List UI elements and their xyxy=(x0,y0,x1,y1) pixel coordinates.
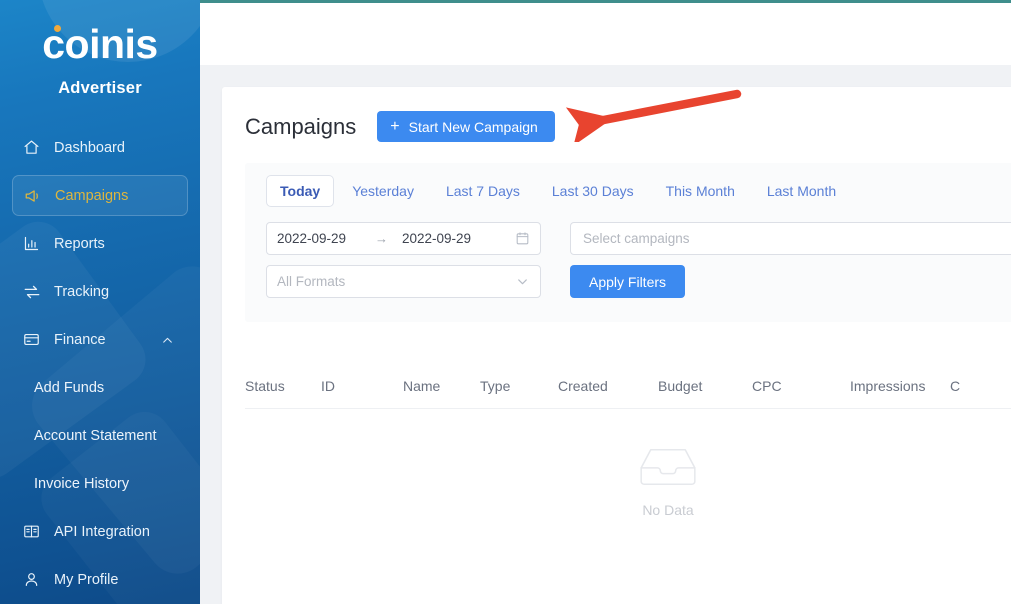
book-icon xyxy=(22,522,41,541)
sidebar-item-dashboard[interactable]: Dashboard xyxy=(12,127,188,168)
logo: coinis xyxy=(42,24,158,65)
sidebar-item-account-statement[interactable]: Account Statement xyxy=(12,415,188,456)
formats-select-value: All Formats xyxy=(277,274,346,289)
brand-subtitle: Advertiser xyxy=(58,79,142,97)
page-header: Campaigns + Start New Campaign xyxy=(222,87,1011,142)
sidebar-item-my-profile[interactable]: My Profile xyxy=(12,559,188,600)
card-icon xyxy=(22,330,41,349)
main-area: Campaigns + Start New Campaign Today Yes… xyxy=(200,0,1011,604)
column-header-budget[interactable]: Budget xyxy=(658,378,752,394)
user-icon xyxy=(22,570,41,589)
range-tab-last-30-days[interactable]: Last 30 Days xyxy=(538,175,648,207)
calendar-icon xyxy=(515,231,530,246)
column-header-cpc[interactable]: CPC xyxy=(752,378,850,394)
filters-panel: Today Yesterday Last 7 Days Last 30 Days… xyxy=(245,163,1011,322)
empty-state-label: No Data xyxy=(642,502,694,518)
date-from-value[interactable]: 2022-09-29 xyxy=(277,231,369,246)
range-tab-today[interactable]: Today xyxy=(266,175,335,207)
sidebar-item-label: Finance xyxy=(54,331,106,348)
sidebar-item-finance[interactable]: Finance xyxy=(12,319,188,360)
start-new-campaign-label: Start New Campaign xyxy=(408,118,538,135)
filters-row-bottom: All Formats Apply Filters xyxy=(266,265,1011,298)
app-root: coinis Advertiser Dashboard Campaigns Re… xyxy=(0,0,1011,604)
column-header-impressions[interactable]: Impressions xyxy=(850,378,950,394)
sidebar-item-label: Reports xyxy=(54,235,105,252)
campaigns-table: Status ID Name Type Created Budget CPC I… xyxy=(222,364,1011,552)
sidebar-item-label: Account Statement xyxy=(34,427,157,444)
range-tab-yesterday[interactable]: Yesterday xyxy=(338,175,428,207)
sidebar-nav: Dashboard Campaigns Reports Tracking Fin… xyxy=(0,127,200,600)
inbox-icon xyxy=(637,443,699,494)
formats-select[interactable]: All Formats xyxy=(266,265,541,298)
select-campaigns-input[interactable]: Select campaigns xyxy=(570,222,1011,255)
swap-icon xyxy=(22,282,41,301)
date-range-picker[interactable]: 2022-09-29 → 2022-09-29 xyxy=(266,222,541,255)
sidebar-item-api-integration[interactable]: API Integration xyxy=(12,511,188,552)
sidebar-item-label: Tracking xyxy=(54,283,110,300)
column-header-status[interactable]: Status xyxy=(245,378,321,394)
top-bar xyxy=(200,3,1011,65)
megaphone-icon xyxy=(23,186,42,205)
start-new-campaign-button[interactable]: + Start New Campaign xyxy=(377,111,555,142)
apply-filters-button[interactable]: Apply Filters xyxy=(570,265,686,298)
table-empty-state: No Data xyxy=(265,409,1011,552)
sidebar: coinis Advertiser Dashboard Campaigns Re… xyxy=(0,0,200,604)
column-header-created[interactable]: Created xyxy=(558,378,658,394)
range-tab-this-month[interactable]: This Month xyxy=(652,175,749,207)
filters-row-top: 2022-09-29 → 2022-09-29 Select campaigns xyxy=(266,222,1011,255)
page-title: Campaigns xyxy=(245,113,357,139)
campaigns-card: Campaigns + Start New Campaign Today Yes… xyxy=(222,87,1011,604)
chevron-up-icon[interactable] xyxy=(161,334,174,351)
sidebar-item-reports[interactable]: Reports xyxy=(12,223,188,264)
sidebar-item-invoice-history[interactable]: Invoice History xyxy=(12,463,188,504)
column-header-type[interactable]: Type xyxy=(480,378,558,394)
sidebar-item-label: Invoice History xyxy=(34,475,130,492)
sidebar-item-add-funds[interactable]: Add Funds xyxy=(12,367,188,408)
range-tab-last-7-days[interactable]: Last 7 Days xyxy=(432,175,534,207)
sidebar-item-label: Campaigns xyxy=(55,187,129,204)
date-to-value[interactable]: 2022-09-29 xyxy=(402,231,494,246)
column-header-clicks-truncated[interactable]: C xyxy=(950,378,990,394)
sidebar-item-label: My Profile xyxy=(54,571,119,588)
chevron-down-icon xyxy=(515,274,530,289)
sidebar-item-campaigns[interactable]: Campaigns xyxy=(12,175,188,216)
sidebar-item-label: Add Funds xyxy=(34,379,105,396)
date-range-tabs: Today Yesterday Last 7 Days Last 30 Days… xyxy=(266,175,1011,207)
sidebar-item-tracking[interactable]: Tracking xyxy=(12,271,188,312)
sidebar-item-label: API Integration xyxy=(54,523,150,540)
sidebar-item-label: Dashboard xyxy=(54,139,125,156)
table-header-row: Status ID Name Type Created Budget CPC I… xyxy=(222,364,1011,408)
home-icon xyxy=(22,138,41,157)
range-tab-last-month[interactable]: Last Month xyxy=(753,175,850,207)
brand-block: coinis Advertiser xyxy=(0,0,200,98)
chart-bar-icon xyxy=(22,234,41,253)
column-header-name[interactable]: Name xyxy=(403,378,480,394)
column-header-id[interactable]: ID xyxy=(321,378,403,394)
date-range-separator-icon: → xyxy=(375,231,388,246)
select-campaigns-placeholder: Select campaigns xyxy=(583,231,690,246)
plus-icon: + xyxy=(390,117,400,135)
